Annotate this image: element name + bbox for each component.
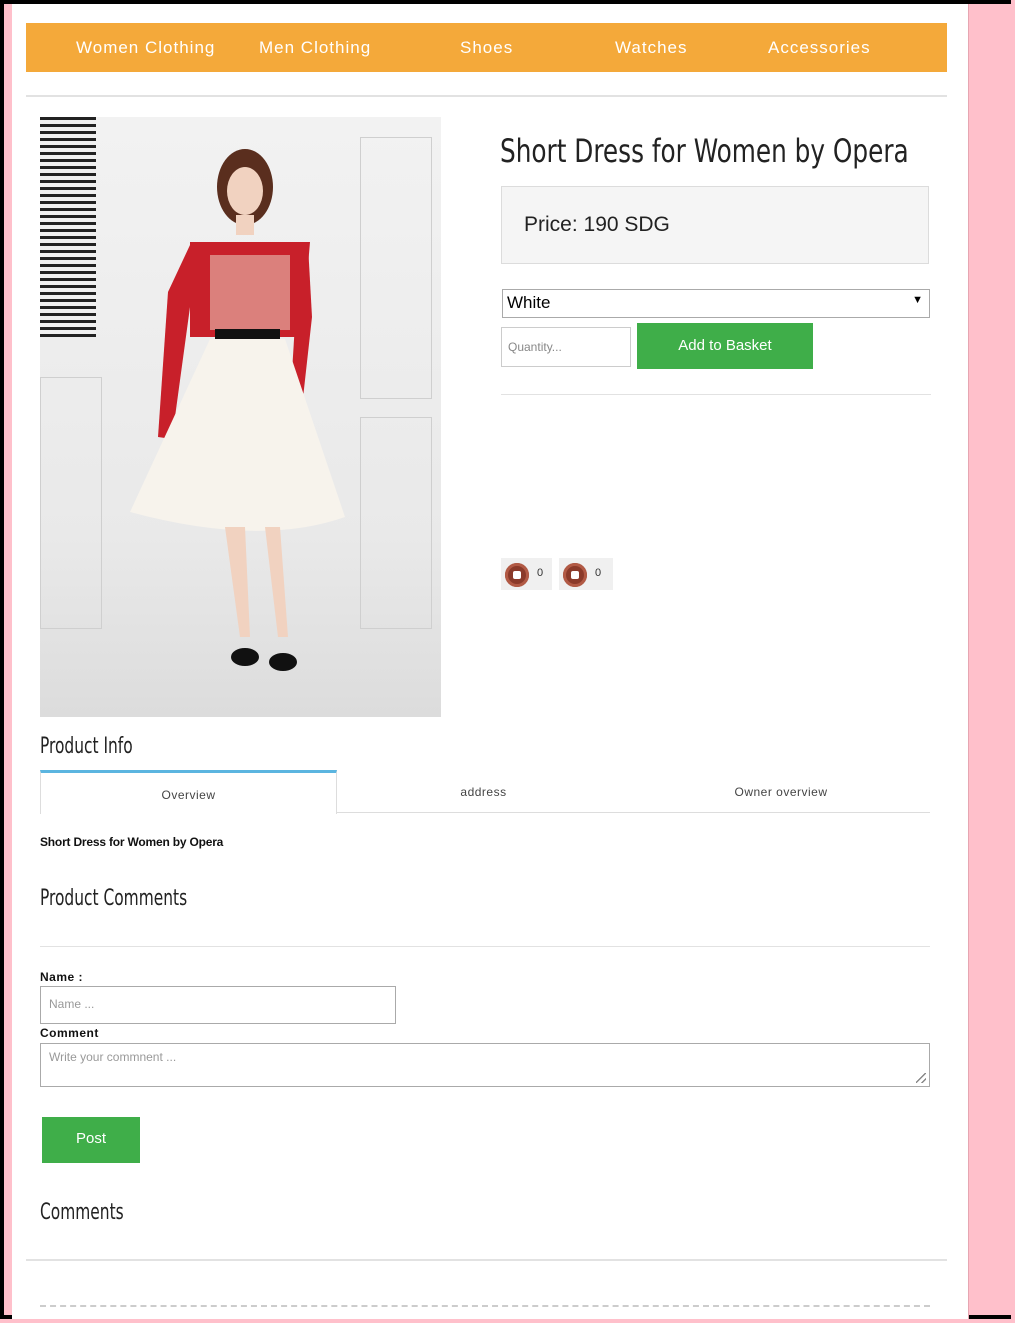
like-button[interactable]: 0 bbox=[501, 558, 552, 590]
page-edge bbox=[968, 4, 969, 1319]
product-price: Price: 190 SDG bbox=[524, 213, 670, 236]
name-label: Name : bbox=[40, 970, 84, 984]
divider bbox=[26, 1259, 947, 1261]
product-description: Short Dress for Women by Opera bbox=[40, 835, 224, 849]
resize-handle-icon[interactable] bbox=[916, 1073, 926, 1083]
comment-placeholder: Write your commnent ... bbox=[49, 1050, 177, 1064]
main-nav: Women Clothing Men Clothing Shoes Watche… bbox=[26, 23, 947, 72]
dashed-divider bbox=[40, 1305, 930, 1307]
comments-heading: Comments bbox=[40, 1200, 124, 1225]
dislike-count: 0 bbox=[595, 567, 602, 579]
dislike-icon bbox=[563, 563, 587, 587]
nav-accessories[interactable]: Accessories bbox=[768, 23, 871, 72]
product-title: Short Dress for Women by Opera bbox=[500, 132, 909, 170]
comment-textarea[interactable]: Write your commnent ... bbox=[40, 1043, 930, 1087]
comment-label: Comment bbox=[40, 1026, 99, 1040]
tab-address[interactable]: address bbox=[336, 770, 631, 812]
product-image bbox=[40, 117, 441, 717]
quantity-input[interactable]: Quantity... bbox=[501, 327, 631, 367]
nav-men-clothing[interactable]: Men Clothing bbox=[259, 23, 371, 72]
price-box: Price: 190 SDG bbox=[501, 186, 929, 264]
like-icon bbox=[505, 563, 529, 587]
divider bbox=[26, 95, 947, 97]
name-input[interactable]: Name ... bbox=[40, 986, 396, 1024]
color-select[interactable]: White ▼ bbox=[502, 289, 930, 318]
post-button[interactable]: Post bbox=[42, 1117, 140, 1163]
nav-shoes[interactable]: Shoes bbox=[460, 23, 513, 72]
product-info-heading: Product Info bbox=[40, 734, 133, 759]
tab-owner-overview[interactable]: Owner overview bbox=[632, 770, 930, 812]
tab-overview[interactable]: Overview bbox=[40, 770, 337, 814]
color-select-value: White bbox=[507, 293, 551, 312]
product-info-tabs: Overview address Owner overview bbox=[40, 770, 930, 814]
nav-watches[interactable]: Watches bbox=[615, 23, 688, 72]
dislike-button[interactable]: 0 bbox=[559, 558, 613, 590]
nav-women-clothing[interactable]: Women Clothing bbox=[76, 23, 215, 72]
divider bbox=[40, 946, 930, 947]
product-comments-heading: Product Comments bbox=[40, 886, 188, 911]
model-figure bbox=[130, 149, 345, 671]
dropdown-arrow-icon: ▼ bbox=[912, 294, 923, 306]
add-to-basket-button[interactable]: Add to Basket bbox=[637, 323, 813, 369]
divider bbox=[501, 394, 931, 395]
like-count: 0 bbox=[537, 567, 544, 579]
